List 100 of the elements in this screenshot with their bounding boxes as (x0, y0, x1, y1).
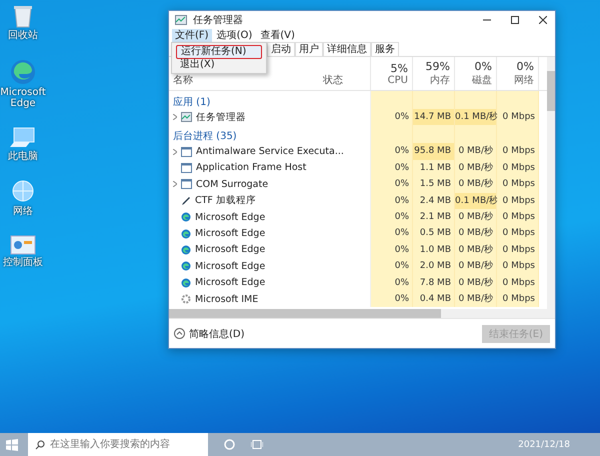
process-name[interactable]: Microsoft Edge (195, 260, 266, 272)
edge-icon (181, 244, 191, 255)
table-cell: 14.7 MB (413, 109, 455, 126)
edge-icon[interactable] (10, 59, 36, 85)
search-icon (35, 440, 45, 450)
table-cell: 0.4 MB (413, 290, 455, 308)
window-title: 任务管理器 (193, 14, 243, 27)
process-name[interactable]: Microsoft Edge (195, 277, 266, 288)
column-percent: 0% (474, 60, 492, 73)
process-name[interactable]: CTF 加载程序 (195, 194, 256, 208)
search-field[interactable]: 在这里输入你要搜索的内容 (28, 433, 208, 456)
window-app-icon (181, 162, 192, 173)
process-name[interactable]: Application Frame Host (196, 162, 306, 174)
table-cell: 0 Mbps (497, 176, 539, 193)
column-header[interactable]: 名称 (173, 73, 315, 87)
task-view-icon[interactable] (251, 439, 263, 450)
vertical-scrollbar[interactable] (547, 57, 555, 318)
table-cell: 0 MB/秒 (455, 208, 497, 226)
table-cell: 1.0 MB (413, 242, 455, 258)
table-cell: 0 Mbps (497, 258, 539, 275)
maximize-icon[interactable] (511, 16, 519, 24)
tab[interactable]: 启动 (267, 42, 295, 56)
process-name[interactable]: COM Surrogate (196, 178, 268, 190)
table-cell: 0 Mbps (497, 143, 539, 160)
process-name[interactable]: Microsoft IME (195, 294, 258, 305)
table-cell: 0 MB/秒 (455, 176, 497, 193)
table-cell: 0.5 MB (413, 225, 455, 242)
table-cell: 0% (371, 242, 413, 258)
table-cell: 0% (371, 109, 413, 126)
table-cell: 0% (371, 225, 413, 242)
table-cell: 1.5 MB (413, 176, 455, 193)
gear-icon (181, 294, 191, 304)
column-header[interactable]: CPU (388, 74, 408, 86)
column-header[interactable]: 网络 (514, 73, 534, 87)
table-cell: 2.4 MB (413, 192, 455, 209)
table-cell: 0 Mbps (497, 208, 539, 226)
table-cell: 0 MB/秒 (455, 242, 497, 258)
edge-icon (181, 278, 191, 288)
table-cell: 0 Mbps (497, 225, 539, 242)
table-cell: 95.8 MB (413, 143, 455, 160)
column-percent: 5% (390, 62, 408, 74)
table-cell: 0 MB/秒 (455, 258, 497, 275)
table-cell: 0% (371, 160, 413, 176)
table-cell: 0 MB/秒 (455, 274, 497, 291)
horizontal-scrollbar[interactable] (169, 309, 547, 318)
pen-icon (181, 196, 191, 206)
group-title: 应用 (1) (173, 96, 210, 109)
table-cell: 2.0 MB (413, 258, 455, 275)
tab[interactable]: 用户 (295, 42, 323, 56)
process-name[interactable]: 任务管理器 (196, 110, 246, 124)
table-cell: 7.8 MB (413, 274, 455, 291)
computer-icon[interactable] (10, 127, 36, 149)
table-cell: 0 Mbps (497, 192, 539, 209)
edge-icon (181, 228, 191, 239)
menu-item[interactable]: 选项(O) (214, 29, 256, 42)
column-percent: 0% (516, 60, 534, 73)
process-name[interactable]: Microsoft Edge (195, 244, 266, 256)
table-cell: 0% (371, 176, 413, 193)
recycle-bin-icon[interactable] (12, 4, 34, 28)
process-name[interactable]: Microsoft Edge (195, 212, 266, 223)
menu-item[interactable]: 文件(F) (172, 29, 212, 42)
column-header[interactable]: 磁盘 (472, 73, 492, 87)
table-cell: 0 MB/秒 (455, 143, 497, 160)
column-header[interactable]: 内存 (430, 73, 450, 87)
edge-icon (181, 261, 191, 272)
table-cell: 0% (371, 143, 413, 160)
control-panel-icon[interactable] (10, 235, 36, 255)
tab[interactable]: 详细信息 (323, 42, 371, 56)
task-manager-icon (181, 112, 192, 122)
fewer-details-link[interactable]: 简略信息(D) (189, 326, 245, 341)
menu-item[interactable]: 查看(V) (257, 29, 298, 42)
window-app-icon (181, 179, 192, 190)
table-cell: 0% (371, 258, 413, 275)
column-header[interactable]: 状态 (323, 73, 366, 87)
table-cell: 0 Mbps (497, 160, 539, 176)
globe-icon[interactable] (11, 180, 35, 204)
table-cell: 0% (371, 290, 413, 308)
table-cell: 0% (371, 192, 413, 209)
close-icon[interactable] (539, 16, 547, 24)
window-app-icon (181, 146, 192, 157)
table-cell: 0 MB/秒 (455, 160, 497, 176)
table-cell: 0% (371, 208, 413, 226)
column-percent: 59% (426, 60, 450, 73)
table-cell: 0 Mbps (497, 290, 539, 308)
group-title: 后台进程 (35) (173, 130, 237, 144)
tab[interactable]: 服务 (371, 42, 399, 56)
menu-item[interactable]: 运行新任务(N) (176, 45, 262, 59)
table-cell: 0.1 MB/秒 (455, 192, 497, 209)
table-cell: 2.1 MB (413, 208, 455, 226)
circle-icon[interactable] (224, 439, 235, 450)
process-name[interactable]: Microsoft Edge (195, 228, 266, 240)
table-cell: 0 Mbps (497, 109, 539, 126)
table-cell: 0 Mbps (497, 274, 539, 291)
table-cell: 0 MB/秒 (455, 290, 497, 308)
table-cell: 0% (371, 274, 413, 291)
start-windows-icon[interactable] (6, 438, 18, 450)
edge-icon (181, 212, 191, 222)
menu-item[interactable]: 退出(X) (176, 59, 262, 71)
table-cell: 0 MB/秒 (455, 225, 497, 242)
process-name[interactable]: Antimalware Service Executa... (196, 146, 344, 158)
